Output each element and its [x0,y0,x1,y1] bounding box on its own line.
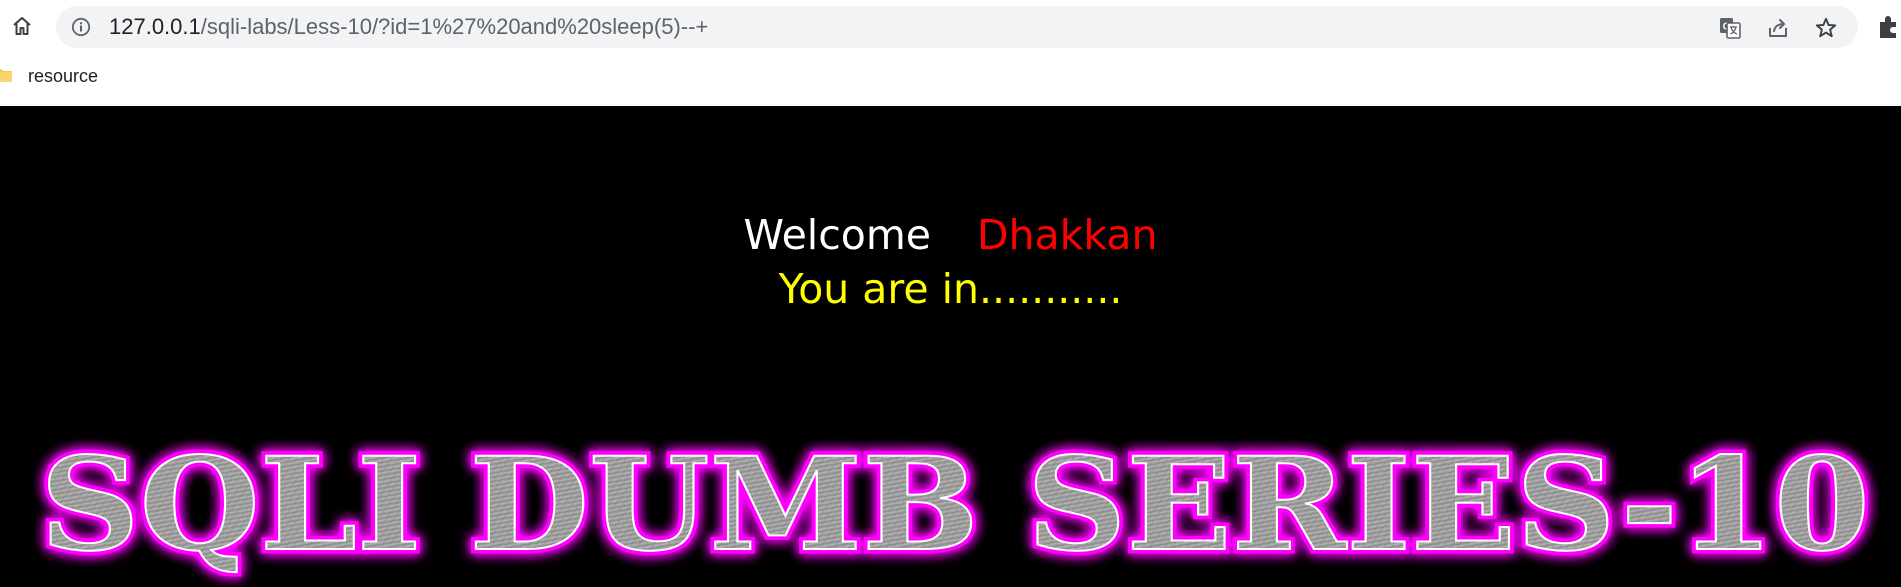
star-icon [1815,17,1837,38]
home-button[interactable] [8,12,36,40]
extensions-icon[interactable] [1876,13,1901,39]
bookmarks-bar: resource [0,58,1901,94]
info-icon[interactable] [71,17,91,37]
welcome-text: Welcome [743,211,931,259]
folder-icon [0,69,12,82]
status-message: You are in........... [778,265,1123,313]
translate-button[interactable]: G [1717,15,1743,41]
translate-icon: G [1720,18,1741,39]
bookmark-star-button[interactable] [1813,15,1839,41]
bookmark-resource[interactable]: resource [28,58,98,94]
series-banner-image: SQLI DUMB SERIES-10 SQLI DUMB SERIES-10 [36,426,1875,585]
url-host: 127.0.0.1 [109,14,201,39]
address-bar[interactable]: 127.0.0.1/sqli-labs/Less-10/?id=1%27%20a… [56,6,1858,48]
user-name: Dhakkan [976,211,1158,259]
url-text[interactable]: 127.0.0.1/sqli-labs/Less-10/?id=1%27%20a… [109,6,708,48]
banner-fill: SQLI DUMB SERIES-10 [40,430,1870,580]
welcome-line: Welcome Dhakkan [0,210,1901,260]
browser-toolbar: 127.0.0.1/sqli-labs/Less-10/?id=1%27%20a… [0,0,1901,52]
share-icon [1769,19,1787,37]
url-path: /sqli-labs/Less-10/?id=1%27%20and%20slee… [200,14,709,39]
share-button[interactable] [1765,15,1791,41]
browser-chrome: 127.0.0.1/sqli-labs/Less-10/?id=1%27%20a… [0,0,1901,106]
home-icon [13,17,31,35]
page-content: Welcome Dhakkan You are in........... SQ… [0,106,1901,587]
